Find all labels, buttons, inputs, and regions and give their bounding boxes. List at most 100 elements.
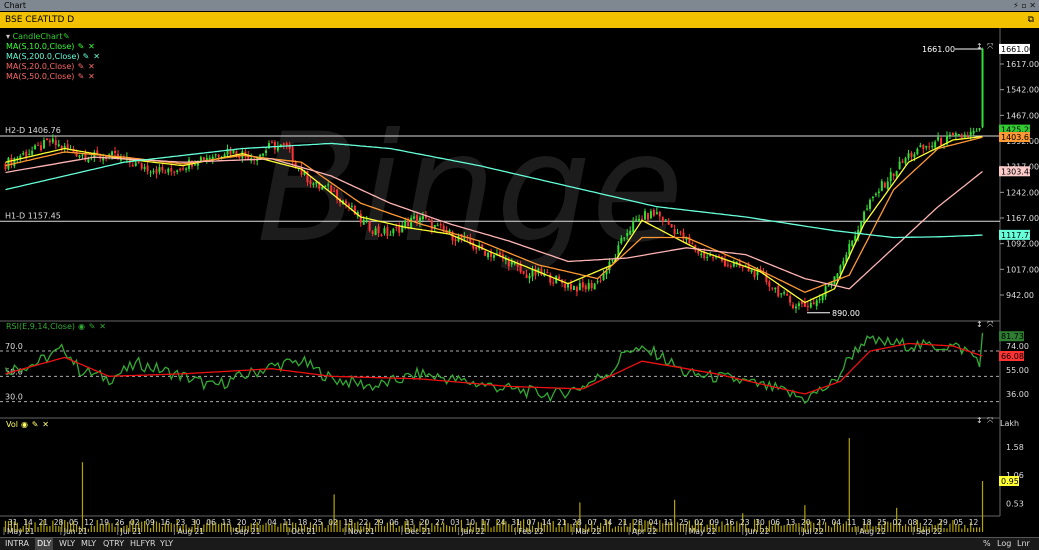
remove-icon[interactable]: ✕ <box>93 52 101 62</box>
candle <box>149 172 152 174</box>
candle <box>919 145 922 148</box>
tf-qtry[interactable]: QTRY <box>101 538 126 550</box>
candle <box>937 137 940 141</box>
candle <box>951 132 954 136</box>
log-toggle[interactable]: Log <box>997 538 1011 550</box>
date-day-label: 20 <box>237 518 247 527</box>
tf-intra[interactable]: INTRA <box>3 538 31 550</box>
remove-icon[interactable]: ✕ <box>87 72 95 82</box>
candle <box>4 163 7 170</box>
candle <box>854 235 857 241</box>
edit-icon[interactable]: ✎ <box>88 322 96 332</box>
restore-icon[interactable]: ⧉ <box>1028 12 1034 28</box>
candle <box>578 283 581 291</box>
candle <box>969 131 972 136</box>
candle <box>709 255 712 257</box>
candle <box>960 134 963 138</box>
edit-icon[interactable]: ✎ <box>31 420 39 430</box>
remove-icon[interactable]: ✕ <box>99 322 107 332</box>
candle <box>146 165 149 172</box>
close-icon[interactable]: ✕ <box>1029 1 1036 10</box>
candle <box>925 145 928 148</box>
eye-icon[interactable]: ◉ <box>21 420 29 430</box>
candle <box>223 154 226 157</box>
rsi-legend[interactable]: RSI(E,9,14,Close) ◉ ✎ ✕ <box>6 322 107 332</box>
candle <box>484 250 487 256</box>
candle <box>661 216 664 222</box>
candle <box>741 266 744 268</box>
candle <box>643 211 646 220</box>
date-day-label: 16 <box>161 518 171 527</box>
candle <box>552 282 555 284</box>
date-month-label: Mar 22 <box>575 527 601 536</box>
candle <box>824 286 827 297</box>
candle <box>871 196 874 199</box>
candle <box>842 261 845 266</box>
maximize-icon[interactable]: ▫ <box>1021 1 1026 10</box>
edit-icon[interactable]: ✎ <box>77 62 85 72</box>
remove-icon[interactable]: ✕ <box>87 42 95 52</box>
edit-icon[interactable]: ✎ <box>77 72 85 82</box>
candle <box>877 191 880 194</box>
remove-icon[interactable]: ✕ <box>42 420 50 430</box>
date-day-label: 13 <box>405 518 415 527</box>
candle <box>587 283 590 290</box>
candle <box>416 215 419 222</box>
candle <box>806 305 809 308</box>
vol-legend[interactable]: Vol ◉ ✎ ✕ <box>6 420 50 430</box>
candle <box>327 184 330 186</box>
eye-icon[interactable]: ◉ <box>78 322 86 332</box>
date-day-label: 22 <box>359 518 369 527</box>
candle <box>170 168 173 172</box>
candle <box>567 284 570 288</box>
tf-dly[interactable]: DLY <box>35 538 54 550</box>
date-month-label: May 21 <box>7 527 35 536</box>
ma20-legend[interactable]: MA(S,20.0,Close) ✎ ✕ <box>6 62 101 72</box>
candle <box>377 226 380 234</box>
date-month-label: Aug 22 <box>859 527 886 536</box>
volume-unit: Lakh <box>1000 419 1019 428</box>
candlechart-legend[interactable]: ▾ CandleChart✎ <box>6 32 101 42</box>
candle <box>28 154 31 156</box>
date-day-label: 21 <box>39 518 49 527</box>
candle <box>410 217 413 228</box>
ma50-legend[interactable]: MA(S,50.0,Close) ✎ ✕ <box>6 72 101 82</box>
pin-icon[interactable]: ⚡ <box>1013 1 1019 10</box>
candle <box>726 264 729 266</box>
date-day-label: 29 <box>938 518 948 527</box>
edit-icon[interactable]: ✎ <box>82 52 90 62</box>
remove-icon[interactable]: ✕ <box>87 62 95 72</box>
candle <box>404 220 407 227</box>
price-tag-label: 1117.73 <box>1001 231 1034 240</box>
date-day-label: 23 <box>176 518 186 527</box>
candle <box>418 217 421 223</box>
tf-mly[interactable]: MLY <box>79 538 98 550</box>
candle <box>786 293 789 296</box>
date-month-label: Feb 22 <box>518 527 543 536</box>
hline-label: H2-D 1406.76 <box>5 126 61 135</box>
price-tag-label: 1403.65 <box>1001 133 1034 142</box>
tf-wly[interactable]: WLY <box>57 538 77 550</box>
candle <box>25 151 28 157</box>
candle <box>371 231 374 234</box>
candle <box>880 181 883 191</box>
ma10-legend[interactable]: MA(S,10.0,Close) ✎ ✕ <box>6 42 101 52</box>
candle <box>898 161 901 170</box>
candle <box>368 221 371 231</box>
date-day-label: 27 <box>252 518 262 527</box>
candle <box>54 140 57 146</box>
date-day-label: 07 <box>527 518 537 527</box>
linear-toggle[interactable]: Lnr <box>1017 538 1030 550</box>
chart-area[interactable]: Binge H2-D 1406.76 H1-D 1157.45 1661.00 890.… <box>0 28 1039 537</box>
edit-icon[interactable]: ✎ <box>62 32 70 42</box>
price-tick-label: 1167.00 <box>1006 214 1039 223</box>
candle <box>34 145 37 150</box>
tf-yly[interactable]: YLY <box>158 538 175 550</box>
candle <box>202 157 205 161</box>
candle <box>729 265 732 267</box>
edit-icon[interactable]: ✎ <box>77 42 85 52</box>
candle <box>182 168 185 170</box>
ma200-legend[interactable]: MA(S,200.0,Close) ✎ ✕ <box>6 52 101 62</box>
tf-hlfyr[interactable]: HLFYR <box>128 538 158 550</box>
percent-toggle[interactable]: % <box>983 538 991 550</box>
